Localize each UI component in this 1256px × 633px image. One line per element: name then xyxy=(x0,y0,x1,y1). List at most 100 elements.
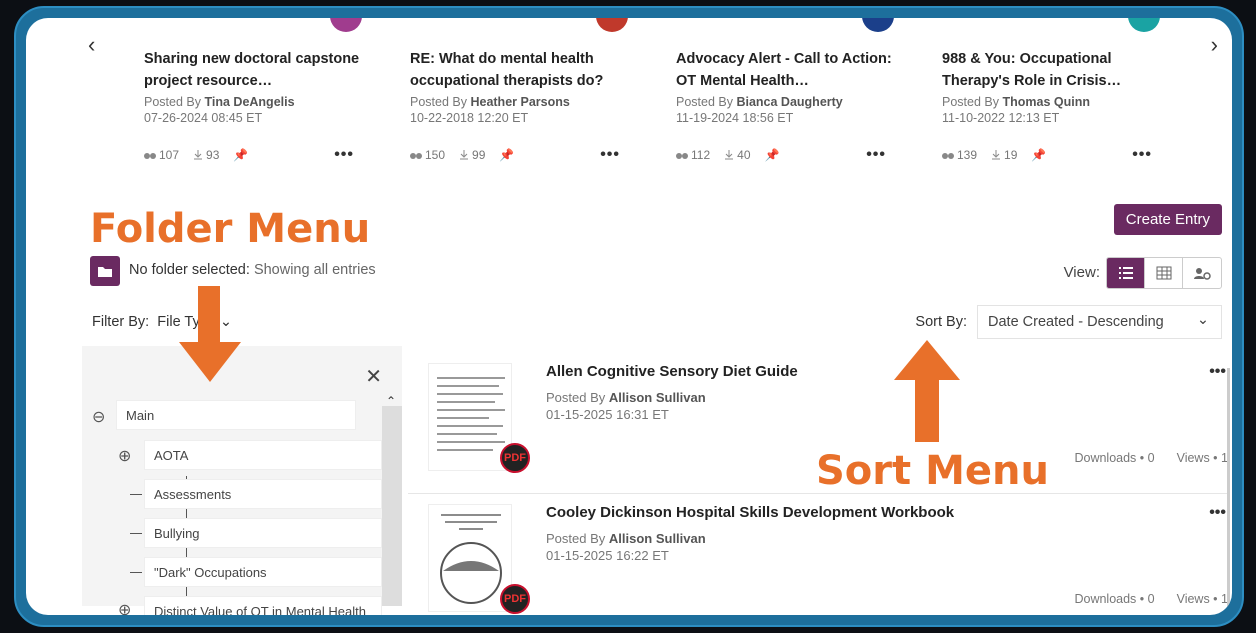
downloads-stat: Downloads • 0 xyxy=(1074,451,1155,465)
chevron-down-icon[interactable]: ⌄ xyxy=(1197,312,1209,328)
download-icon xyxy=(992,150,1001,160)
folder-button[interactable] xyxy=(90,256,120,286)
carousel-card[interactable]: 988 & You: Occupational Therapy's Role i… xyxy=(942,18,1172,163)
more-icon[interactable]: ••• xyxy=(334,146,354,164)
card-date: 11-19-2024 18:56 ET xyxy=(676,111,794,125)
collapse-icon[interactable]: ⊖ xyxy=(92,407,105,427)
tree-item-aota[interactable]: AOTA xyxy=(144,440,382,470)
tree-connector xyxy=(130,494,142,495)
more-icon[interactable]: ••• xyxy=(600,146,620,164)
sort-select[interactable]: Date Created - Descending ⌄ xyxy=(977,305,1222,339)
more-icon[interactable]: ••• xyxy=(1209,504,1226,522)
tree-connector xyxy=(130,533,142,534)
tree-item-assessments[interactable]: Assessments xyxy=(144,479,382,509)
entry-row[interactable]: PDF Allen Cognitive Sensory Diet Guide P… xyxy=(408,353,1228,483)
tree-item-bullying[interactable]: Bullying xyxy=(144,518,382,548)
binoculars-icon xyxy=(410,153,422,159)
card-date: 10-22-2018 12:20 ET xyxy=(410,111,529,125)
tree-scrollbar[interactable]: ⌃ xyxy=(382,394,402,606)
more-icon[interactable]: ••• xyxy=(1132,146,1152,164)
pin-icon[interactable]: 📌 xyxy=(233,148,248,162)
pin-icon[interactable]: 📌 xyxy=(1031,148,1046,162)
download-icon xyxy=(194,150,203,160)
pin-icon[interactable]: 📌 xyxy=(765,148,780,162)
card-title[interactable]: Advocacy Alert - Call to Action: OT Ment… xyxy=(676,48,906,92)
download-icon xyxy=(725,150,734,160)
sort-menu-annotation: Sort Menu xyxy=(816,448,1049,494)
posted-by-label: Posted By xyxy=(144,95,201,109)
downloads-count: 19 xyxy=(1004,148,1018,162)
frame: ‹ › Sharing new doctoral capstone projec… xyxy=(14,6,1244,627)
card-author[interactable]: Thomas Quinn xyxy=(1002,95,1090,109)
binoculars-icon xyxy=(144,153,156,159)
card-date: 07-26-2024 08:45 ET xyxy=(144,111,263,125)
entry-title[interactable]: Cooley Dickinson Hospital Skills Develop… xyxy=(546,504,954,521)
downloads-stat: Downloads • 0 xyxy=(1074,592,1155,606)
entry-author[interactable]: Allison Sullivan xyxy=(609,531,706,546)
binoculars-icon xyxy=(942,153,954,159)
views-count: 139 xyxy=(957,148,978,162)
more-icon[interactable]: ••• xyxy=(1209,363,1226,381)
avatar xyxy=(1128,18,1160,32)
views-count: 107 xyxy=(159,148,180,162)
entry-row[interactable]: PDF Cooley Dickinson Hospital Skills Dev… xyxy=(408,494,1228,615)
sort-label: Sort By: xyxy=(915,314,967,330)
user-settings-view-button[interactable] xyxy=(1183,258,1221,288)
down-arrow-annotation xyxy=(179,286,241,382)
card-title[interactable]: 988 & You: Occupational Therapy's Role i… xyxy=(942,48,1172,92)
pdf-icon: PDF xyxy=(500,443,530,473)
pdf-icon: PDF xyxy=(500,584,530,614)
card-author[interactable]: Tina DeAngelis xyxy=(204,95,294,109)
more-icon[interactable]: ••• xyxy=(866,146,886,164)
folder-prefix: No folder selected: xyxy=(129,262,250,278)
entry-date: 01-15-2025 16:22 ET xyxy=(546,548,669,563)
card-stats: 107 93 📌 ••• xyxy=(144,146,374,164)
folder-status: No folder selected: Showing all entries xyxy=(129,262,376,278)
posted-by-label: Posted By xyxy=(676,95,733,109)
avatar xyxy=(862,18,894,32)
folder-tree: ✕ ⊖ Main ⊕ AOTA Assessments Bullying "Da… xyxy=(82,346,402,615)
tree-item-distinct-value[interactable]: Distinct Value of OT in Mental Health xyxy=(144,596,382,615)
avatar xyxy=(330,18,362,32)
view-toggle xyxy=(1106,257,1222,289)
carousel-card[interactable]: Sharing new doctoral capstone project re… xyxy=(144,18,374,163)
grid-view-button[interactable] xyxy=(1145,258,1183,288)
posted-by-label: Posted By xyxy=(546,531,606,546)
chevron-up-icon[interactable]: ⌃ xyxy=(386,394,396,408)
sort-value[interactable]: Date Created - Descending xyxy=(988,314,1164,330)
views-count: 150 xyxy=(425,148,446,162)
grid-icon xyxy=(1156,266,1171,280)
carousel-card[interactable]: Advocacy Alert - Call to Action: OT Ment… xyxy=(676,18,906,163)
tree-connector xyxy=(130,572,142,573)
entries-scrollbar[interactable] xyxy=(1227,368,1230,608)
card-author[interactable]: Bianca Daugherty xyxy=(736,95,842,109)
card-title[interactable]: Sharing new doctoral capstone project re… xyxy=(144,48,374,92)
folder-icon xyxy=(98,266,112,277)
carousel-card[interactable]: RE: What do mental health occupational t… xyxy=(410,18,640,163)
card-author[interactable]: Heather Parsons xyxy=(470,95,569,109)
expand-icon[interactable]: ⊕ xyxy=(118,600,131,615)
folder-status-text: Showing all entries xyxy=(253,262,376,278)
entry-date: 01-15-2025 16:31 ET xyxy=(546,407,669,422)
create-entry-button[interactable]: Create Entry xyxy=(1113,204,1222,235)
view-label: View: xyxy=(1063,264,1100,281)
card-stats: 139 19 📌 ••• xyxy=(942,146,1172,164)
card-title[interactable]: RE: What do mental health occupational t… xyxy=(410,48,640,92)
entry-stats: Downloads • 0 Views • 1 xyxy=(1052,592,1228,606)
expand-icon[interactable]: ⊕ xyxy=(118,446,131,466)
entry-author[interactable]: Allison Sullivan xyxy=(609,390,706,405)
folder-menu-annotation: Folder Menu xyxy=(90,206,371,252)
tree-item-dark-occupations[interactable]: "Dark" Occupations xyxy=(144,557,382,587)
close-icon[interactable]: ✕ xyxy=(365,364,382,389)
downloads-count: 99 xyxy=(472,148,486,162)
card-stats: 150 99 📌 ••• xyxy=(410,146,640,164)
carousel-prev-icon[interactable]: ‹ xyxy=(88,32,95,58)
user-gear-icon xyxy=(1194,268,1211,280)
carousel-next-icon[interactable]: › xyxy=(1211,32,1218,58)
entry-title[interactable]: Allen Cognitive Sensory Diet Guide xyxy=(546,363,798,380)
posted-by-label: Posted By xyxy=(546,390,606,405)
list-view-button[interactable] xyxy=(1107,258,1145,288)
tree-item-main[interactable]: Main xyxy=(116,400,356,430)
avatar xyxy=(596,18,628,32)
pin-icon[interactable]: 📌 xyxy=(499,148,514,162)
